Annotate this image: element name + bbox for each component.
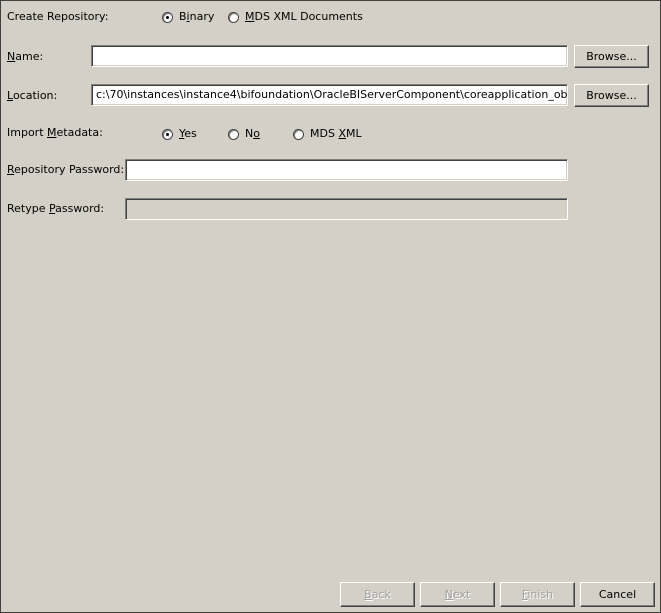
retype-password-label: Retype Password: bbox=[7, 202, 105, 215]
import-no-radio-dot bbox=[228, 128, 239, 140]
create-repository-dialog: Create Repository: Binary MDS XML Docume… bbox=[0, 0, 661, 613]
import-yes-radio-dot bbox=[162, 128, 173, 140]
import-no-radio-label: No bbox=[245, 127, 260, 140]
location-browse-label: Browse... bbox=[586, 89, 637, 102]
import-mds-xml-radio[interactable]: MDS XML bbox=[293, 127, 362, 141]
repository-password-field[interactable] bbox=[125, 159, 568, 181]
location-field[interactable]: c:\70\instances\instance4\bifoundation\O… bbox=[91, 84, 568, 106]
binary-radio-dot bbox=[162, 11, 173, 23]
back-button-label: Back bbox=[364, 588, 391, 601]
mds-xml-documents-radio[interactable]: MDS XML Documents bbox=[228, 10, 363, 24]
import-yes-radio[interactable]: Yes bbox=[162, 127, 197, 141]
import-no-radio[interactable]: No bbox=[228, 127, 260, 141]
import-mds-xml-radio-dot bbox=[293, 128, 304, 140]
binary-radio[interactable]: Binary bbox=[162, 10, 214, 24]
cancel-button[interactable]: Cancel bbox=[580, 582, 655, 607]
repository-password-label: Repository Password: bbox=[7, 163, 125, 176]
import-mds-xml-radio-label: MDS XML bbox=[310, 127, 362, 140]
import-yes-radio-label: Yes bbox=[179, 127, 197, 140]
finish-button: Finish bbox=[500, 582, 575, 607]
name-browse-label: Browse... bbox=[586, 50, 637, 63]
name-label: Name: bbox=[7, 50, 44, 63]
back-button: Back bbox=[340, 582, 415, 607]
location-browse-button[interactable]: Browse... bbox=[574, 84, 649, 107]
import-metadata-label: Import Metadata: bbox=[7, 126, 103, 139]
location-label: Location: bbox=[7, 89, 58, 102]
mds-xml-documents-radio-dot bbox=[228, 11, 239, 23]
next-button: Next bbox=[420, 582, 495, 607]
next-button-label: Next bbox=[444, 588, 471, 601]
create-repository-label: Create Repository: bbox=[7, 10, 109, 23]
retype-password-field bbox=[125, 198, 568, 220]
name-browse-button[interactable]: Browse... bbox=[574, 45, 649, 68]
mds-xml-documents-radio-label: MDS XML Documents bbox=[245, 10, 363, 23]
cancel-button-label: Cancel bbox=[598, 588, 637, 601]
finish-button-label: Finish bbox=[521, 588, 554, 601]
name-field[interactable] bbox=[91, 45, 568, 67]
binary-radio-label: Binary bbox=[179, 10, 215, 23]
